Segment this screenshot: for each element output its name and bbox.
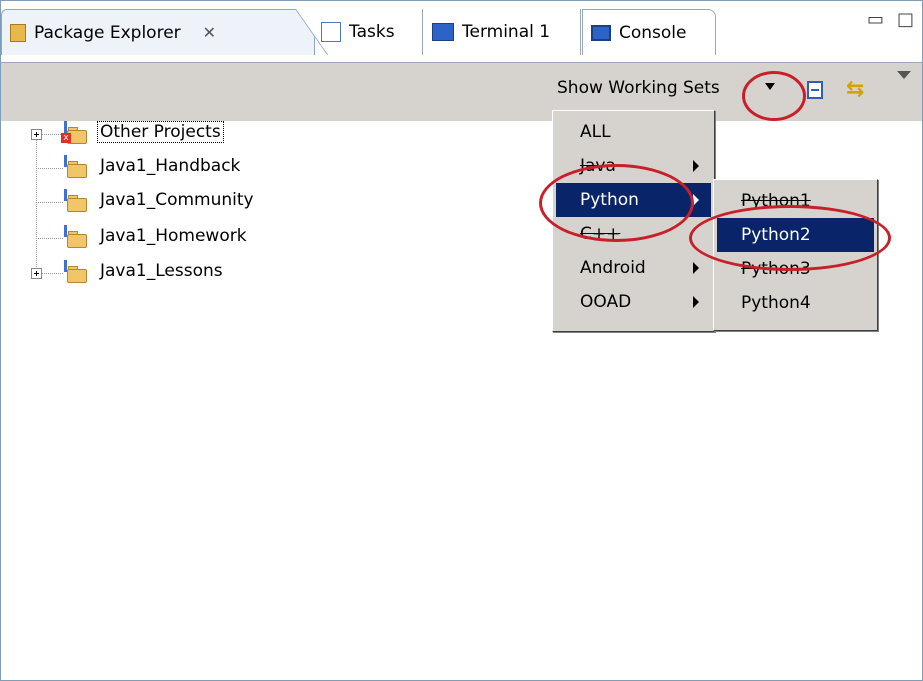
console-icon [591, 24, 611, 41]
tree-connector [41, 134, 63, 135]
tree-item-label: Other Projects [97, 121, 224, 143]
tab-label: Terminal 1 [462, 22, 551, 42]
java-project-icon [64, 155, 87, 178]
menu-item-python1[interactable]: Python1 [717, 184, 874, 218]
package-explorer-view: Package Explorer ✕ Tasks Terminal 1 Cons… [0, 0, 923, 681]
menu-item-python4[interactable]: Python4 [717, 286, 874, 320]
submenu-arrow-icon [693, 160, 699, 172]
close-icon[interactable]: ✕ [203, 23, 216, 42]
tree-item-label: Java1_Community [100, 190, 254, 210]
menu-item-label: C++ [580, 224, 621, 244]
menu-item-label: Python2 [741, 225, 811, 245]
tree-connector [36, 238, 63, 239]
submenu-arrow-icon [693, 194, 699, 206]
terminal-icon [432, 23, 454, 41]
menu-item-label: Python [580, 190, 639, 210]
menu-item-label: Java [580, 156, 616, 176]
tree-item-label: Java1_Handback [100, 156, 241, 176]
show-working-sets-label: Show Working Sets [557, 78, 720, 98]
menu-item-android[interactable]: Android [556, 251, 711, 285]
tab-tasks[interactable]: Tasks [313, 9, 423, 55]
menu-item-ooad[interactable]: OOAD [556, 285, 711, 319]
tree-connector [36, 202, 63, 203]
java-project-icon [64, 260, 87, 283]
menu-item-label: Python4 [741, 293, 811, 313]
tab-label: Console [619, 22, 687, 43]
tree-item-label: Java1_Lessons [100, 261, 223, 281]
working-sets-dropdown-icon[interactable] [765, 83, 775, 90]
expand-icon[interactable] [31, 268, 42, 279]
python-submenu: Python1 Python2 Python3 Python4 [713, 179, 878, 331]
submenu-arrow-icon [693, 296, 699, 308]
package-explorer-icon [10, 23, 26, 42]
tab-console[interactable]: Console [582, 9, 716, 55]
working-sets-menu: ALL Java Python C++ Android OOAD [552, 110, 715, 332]
tab-package-explorer[interactable]: Package Explorer ✕ [1, 9, 315, 55]
view-toolbar: Show Working Sets ⇆ [1, 62, 922, 121]
java-project-icon [64, 189, 87, 212]
tree-connector [41, 273, 63, 274]
menu-item-all[interactable]: ALL [556, 115, 711, 149]
menu-item-python3[interactable]: Python3 [717, 252, 874, 286]
maximize-icon[interactable]: □ [897, 9, 914, 30]
minimize-icon[interactable]: ▭ [867, 9, 884, 30]
link-with-editor-icon[interactable]: ⇆ [846, 77, 864, 102]
tree-connector [36, 168, 63, 169]
expand-icon[interactable] [31, 129, 42, 140]
menu-item-java[interactable]: Java [556, 149, 711, 183]
menu-item-label: Python3 [741, 259, 811, 279]
submenu-arrow-icon [693, 262, 699, 274]
menu-item-python[interactable]: Python [556, 183, 711, 217]
collapse-all-icon[interactable] [807, 81, 823, 99]
menu-item-label: ALL [580, 122, 611, 142]
view-tab-strip: Package Explorer ✕ Tasks Terminal 1 Cons… [1, 1, 922, 62]
menu-item-python2[interactable]: Python2 [717, 218, 874, 252]
menu-item-label: Android [580, 258, 646, 278]
tree-connector [36, 140, 37, 273]
tab-label: Tasks [349, 22, 395, 42]
view-menu-icon[interactable] [897, 71, 911, 79]
tab-label: Package Explorer [34, 22, 181, 43]
menu-item-cpp[interactable]: C++ [556, 217, 711, 251]
tree-item-label: Java1_Homework [100, 226, 247, 246]
tab-terminal[interactable]: Terminal 1 [424, 9, 581, 55]
menu-item-label: OOAD [580, 292, 632, 312]
folder-error-icon: x [61, 121, 87, 144]
tasks-icon [321, 22, 341, 42]
java-project-icon [64, 225, 87, 248]
menu-item-label: Python1 [741, 191, 811, 211]
